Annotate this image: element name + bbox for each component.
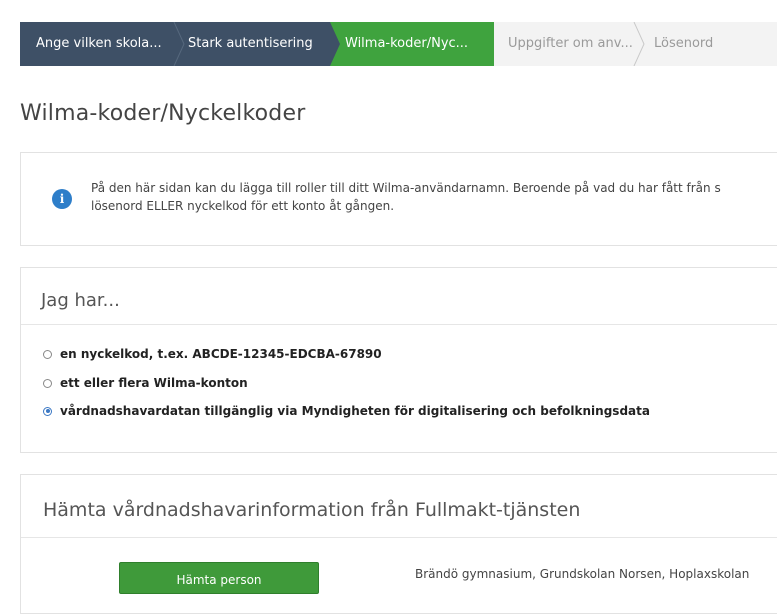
radio-label: ett eller flera Wilma-konton [60, 376, 248, 390]
radio-option-key-code[interactable]: en nyckelkod, t.ex. ABCDE-12345-EDCBA-67… [43, 347, 382, 361]
step-user-info: Uppgifter om anv... [508, 36, 633, 51]
radio-button[interactable] [43, 349, 52, 359]
step-wilma-codes[interactable]: Wilma-koder/Nyc... [345, 22, 468, 66]
step-separator-icon [484, 22, 494, 66]
step-strong-auth[interactable]: Stark autentisering [188, 22, 313, 66]
choice-title: Jag har... [41, 290, 120, 311]
step-password: Lösenord [654, 36, 714, 51]
radio-label: vårdnadshavardatan tillgänglig via Myndi… [60, 404, 650, 418]
divider [21, 324, 777, 325]
info-text: På den här sidan kan du lägga till rolle… [91, 179, 777, 215]
choice-panel: Jag har... en nyckelkod, t.ex. ABCDE-123… [20, 267, 777, 453]
info-icon: i [52, 189, 72, 209]
fetch-panel: Hämta vårdnadshavarinformation från Full… [20, 474, 777, 614]
step-separator-icon [320, 22, 340, 66]
radio-button[interactable] [43, 378, 52, 388]
radio-button-selected[interactable] [43, 406, 52, 416]
divider [21, 537, 777, 538]
step-separator-icon [633, 22, 645, 66]
info-text-line1: På den här sidan kan du lägga till rolle… [91, 181, 721, 195]
fetch-title: Hämta vårdnadshavarinformation från Full… [43, 499, 581, 521]
radio-option-guardian-data[interactable]: vårdnadshavardatan tillgänglig via Myndi… [43, 404, 650, 418]
wizard-steps: Ange vilken skola... Stark autentisering… [20, 22, 777, 66]
step-school[interactable]: Ange vilken skola... [36, 22, 162, 66]
info-panel: i På den här sidan kan du lägga till rol… [20, 152, 777, 246]
radio-label: en nyckelkod, t.ex. ABCDE-12345-EDCBA-67… [60, 347, 382, 361]
info-text-line2: lösenord ELLER nyckelkod för ett konto å… [91, 199, 395, 213]
step-separator-icon [173, 22, 185, 66]
fetch-person-button[interactable]: Hämta person [119, 562, 319, 594]
radio-option-wilma-accounts[interactable]: ett eller flera Wilma-konton [43, 376, 248, 390]
page-title: Wilma-koder/Nyckelkoder [20, 101, 306, 126]
school-list: Brändö gymnasium, Grundskolan Norsen, Ho… [415, 567, 750, 581]
